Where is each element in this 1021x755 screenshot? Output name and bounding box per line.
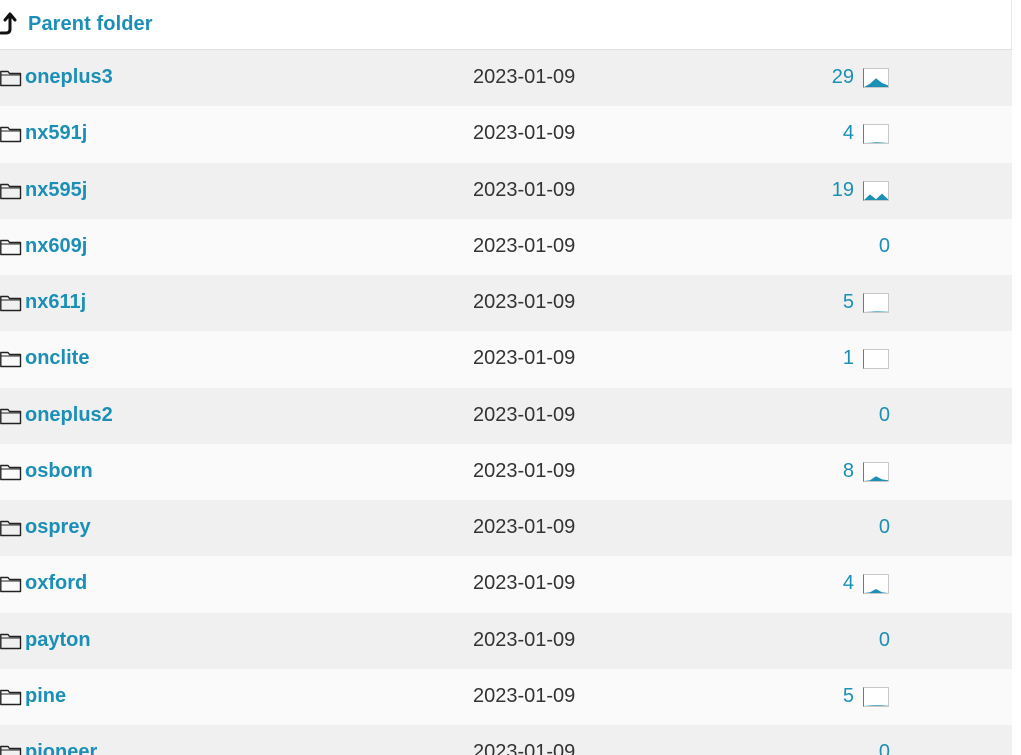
parent-folder-row[interactable]: Parent folder [0,0,1012,50]
folder-name-link[interactable]: nx591j [25,122,87,145]
folder-name-link[interactable]: pioneer [25,741,97,755]
folder-icon [0,519,22,537]
folder-icon [0,463,22,481]
download-count[interactable]: 0 [879,235,890,258]
folder-icon [0,350,22,368]
sparkline-chart[interactable] [863,461,889,482]
folder-date: 2023-01-09 [473,516,576,539]
sparkline-chart[interactable] [863,349,889,370]
download-count[interactable]: 0 [879,629,890,652]
folder-date: 2023-01-09 [473,122,576,145]
table-row: oneplus3 2023-01-09 29 [0,50,1012,107]
sparkline-chart[interactable] [863,293,889,314]
download-count[interactable]: 0 [879,741,890,755]
table-row: pine 2023-01-09 5 [0,668,1012,725]
table-row: nx595j 2023-01-09 19 [0,162,1012,219]
table-row: onclite 2023-01-09 1 [0,331,1012,388]
folder-date: 2023-01-09 [473,572,576,595]
folder-date: 2023-01-09 [473,291,576,314]
table-row: nx591j 2023-01-09 4 [0,106,1012,163]
folder-date: 2023-01-09 [473,403,576,426]
folder-icon [0,575,22,593]
folder-date: 2023-01-09 [473,741,576,755]
folder-name-link[interactable]: nx611j [25,291,86,314]
sparkline-chart[interactable] [863,124,889,145]
download-count[interactable]: 1 [843,347,854,370]
folder-name-link[interactable]: oneplus3 [25,66,113,89]
download-count[interactable]: 5 [843,291,854,314]
folder-date: 2023-01-09 [473,66,576,89]
download-count[interactable]: 8 [843,460,854,483]
table-row: osborn 2023-01-09 8 [0,443,1012,500]
folder-name-link[interactable]: osprey [25,516,91,539]
folder-icon [0,407,22,425]
arrow-up-icon[interactable] [0,11,28,39]
parent-folder-link[interactable]: Parent folder [28,13,153,36]
sparkline-chart[interactable] [863,686,889,707]
sparkline-chart[interactable] [863,574,889,595]
folder-date: 2023-01-09 [473,234,576,257]
folder-date: 2023-01-09 [473,178,576,201]
folder-name-link[interactable]: nx595j [25,179,87,202]
download-count[interactable]: 29 [832,66,854,89]
folder-name-link[interactable]: nx609j [25,235,87,258]
table-row: oneplus2 2023-01-09 0 [0,387,1012,444]
table-row: pioneer 2023-01-09 0 [0,725,1012,755]
folder-name-link[interactable]: oxford [25,572,87,595]
folder-date: 2023-01-09 [473,347,576,370]
folder-date: 2023-01-09 [473,459,576,482]
download-count[interactable]: 4 [843,122,854,145]
folder-name-link[interactable]: pine [25,685,66,708]
table-row: nx611j 2023-01-09 5 [0,275,1012,332]
folder-icon [0,688,22,706]
folder-icon [0,632,22,650]
download-count[interactable]: 5 [843,685,854,708]
table-row: oxford 2023-01-09 4 [0,556,1012,613]
folder-icon [0,744,22,755]
folder-icon [0,125,22,143]
folder-date: 2023-01-09 [473,628,576,651]
folder-icon [0,294,22,312]
table-row: payton 2023-01-09 0 [0,612,1012,669]
folder-name-link[interactable]: osborn [25,460,93,483]
folder-date: 2023-01-09 [473,684,576,707]
folder-list: oneplus3 2023-01-09 29 nx591j 2023-01-09 4 nx5… [0,50,1012,755]
sparkline-chart[interactable] [863,68,889,89]
download-count[interactable]: 4 [843,572,854,595]
table-row: osprey 2023-01-09 0 [0,500,1012,557]
folder-icon [0,238,22,256]
folder-name-link[interactable]: onclite [25,347,89,370]
folder-name-link[interactable]: payton [25,629,91,652]
download-count[interactable]: 0 [879,516,890,539]
folder-icon [0,182,22,200]
folder-icon [0,69,22,87]
table-row: nx609j 2023-01-09 0 [0,218,1012,275]
folder-name-link[interactable]: oneplus2 [25,404,113,427]
sparkline-chart[interactable] [863,180,889,201]
download-count[interactable]: 0 [879,404,890,427]
file-listing-page: Parent folder oneplus3 2023-01-09 29 nx591j… [0,0,1021,755]
download-count[interactable]: 19 [832,179,854,202]
